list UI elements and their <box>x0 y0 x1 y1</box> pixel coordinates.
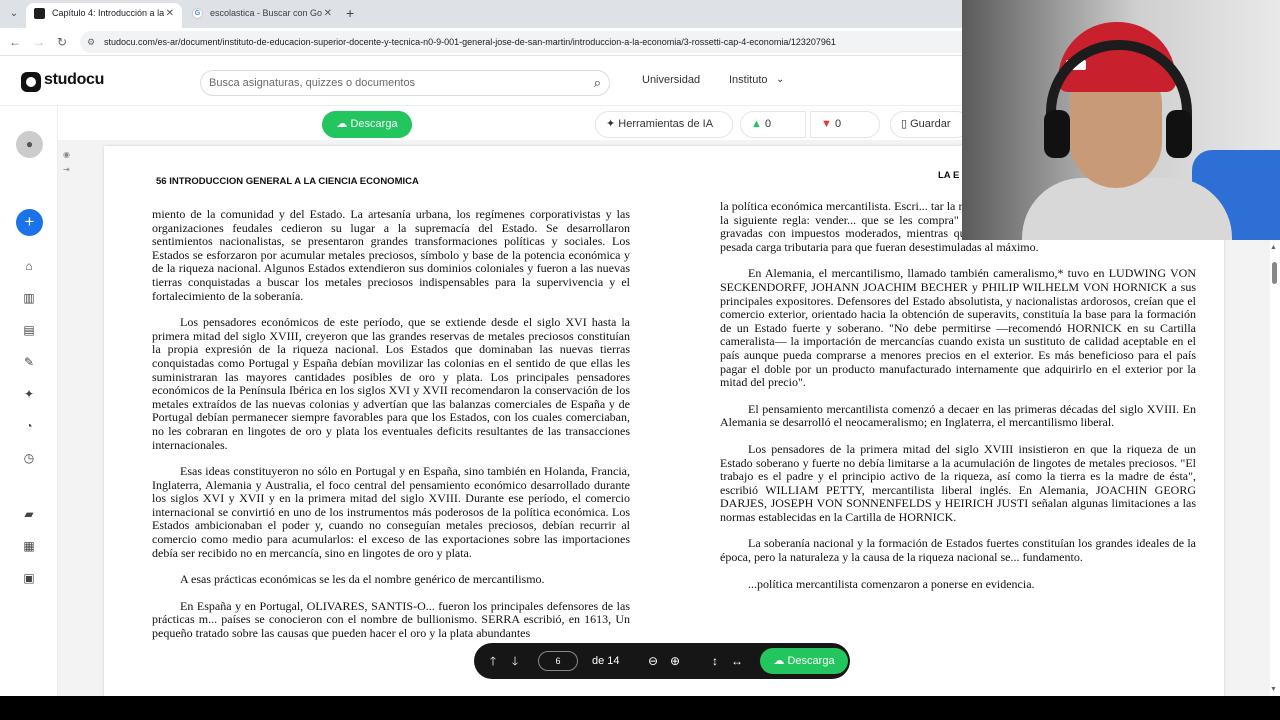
scrollbar-track[interactable] <box>1270 252 1276 692</box>
shared-folder-icon[interactable]: ▣ <box>21 570 37 586</box>
like-button[interactable]: ▲ 0 <box>740 111 806 138</box>
dislike-button[interactable]: ▼ 0 <box>810 111 880 138</box>
paragraph: A esas prácticas económicas se les da el… <box>180 572 545 587</box>
page-navigation-bar: 🡑 🡓 6 de 14 ⊖ ⊕ ↕ ↔ ☁ Descarga <box>474 643 850 679</box>
bookmark-icon: ▯ <box>901 118 908 130</box>
paragraph: miento de la comunidad y del Estado. La … <box>152 207 630 303</box>
new-tab-button[interactable]: + <box>346 5 354 21</box>
expand-icon[interactable]: ⇥ <box>63 165 77 174</box>
paragraph: ...política mercantilista comenzaron a p… <box>748 576 1035 591</box>
recent-clock-icon[interactable]: ◷ <box>21 450 37 466</box>
paragraph: El pensamiento mercantilista comenzó a d… <box>720 401 1196 430</box>
tab-studocu[interactable]: Capítulo 4: Introducción a la Ec ✕ <box>26 3 182 28</box>
search-icon[interactable]: ⌕ <box>594 76 601 90</box>
page-header-left: 56 INTRODUCCION GENERAL A LA CIENCIA ECO… <box>156 176 419 187</box>
pager-download-button[interactable]: ☁ Descarga <box>760 648 848 674</box>
headphone-ear-left <box>1044 110 1070 158</box>
reload-icon[interactable]: ↻ <box>54 34 70 50</box>
quiz-icon[interactable]: ✎ <box>21 354 37 370</box>
next-page-icon[interactable]: 🡓 <box>508 653 522 669</box>
google-favicon-icon: G <box>192 8 203 19</box>
close-tab-icon[interactable]: ✕ <box>324 3 332 24</box>
ai-tools-label: Herramientas de IA <box>618 118 714 130</box>
fit-height-icon[interactable]: ↕ <box>708 653 722 669</box>
fit-width-icon[interactable]: ↔ <box>730 653 744 669</box>
nav-link-universidad[interactable]: Universidad <box>642 74 700 86</box>
create-button[interactable]: + <box>16 209 43 236</box>
os-taskbar <box>0 696 1280 720</box>
outline-icon[interactable]: ◉ <box>63 150 77 159</box>
paragraph: Los pensadores económicos de este períod… <box>152 315 630 452</box>
home-icon[interactable]: ⌂ <box>21 258 37 274</box>
url-text: studocu.com/es-ar/document/instituto-de-… <box>104 37 836 47</box>
user-avatar-icon[interactable]: ● <box>16 131 43 158</box>
zoom-out-icon[interactable]: ⊖ <box>646 653 660 669</box>
download-button[interactable]: ☁ Descarga <box>322 111 412 138</box>
studocu-favicon-icon <box>34 8 45 19</box>
search-input[interactable]: Busca asignaturas, quizzes o documentos … <box>200 70 610 96</box>
ai-tools-button[interactable]: ✦ Herramientas de IA <box>595 111 733 138</box>
tab-list-icon[interactable]: ⌄ <box>6 6 22 22</box>
studocu-logo-icon[interactable] <box>21 72 41 92</box>
paragraph: En España y en Portugal, OLIVARES, SANTI… <box>152 598 630 641</box>
download-label: Descarga <box>350 118 398 130</box>
chat-icon[interactable]: ◔ <box>21 418 37 434</box>
page-header-right: LA E <box>938 170 960 181</box>
paragraph: Los pensadores de la primera mitad del s… <box>720 441 1196 524</box>
page-total: de 14 <box>592 655 620 667</box>
webcam-person-shirt <box>1022 178 1232 240</box>
forward-arrow-icon[interactable]: → <box>31 34 47 50</box>
studocu-logo-text[interactable]: studocu <box>44 71 104 89</box>
tab-google-search[interactable]: G escolastica - Buscar con Google ✕ <box>184 3 340 28</box>
document-icon[interactable]: ▤ <box>21 322 37 338</box>
ai-icon[interactable]: ✦ <box>21 386 37 402</box>
tab-title: Capítulo 4: Introducción a la Ec <box>52 8 164 18</box>
search-placeholder: Busca asignaturas, quizzes o documentos <box>209 77 416 89</box>
chevron-down-icon[interactable]: ⌄ <box>776 74 784 85</box>
scroll-up-icon[interactable]: ▲ <box>1270 244 1277 251</box>
nav-link-instituto[interactable]: Instituto <box>729 74 768 86</box>
close-tab-icon[interactable]: ✕ <box>166 3 174 24</box>
zoom-in-icon[interactable]: ⊕ <box>668 653 682 669</box>
folder-icon[interactable]: ▰ <box>21 506 37 522</box>
back-arrow-icon[interactable]: ← <box>7 34 23 50</box>
thumbs-up-icon: ▲ <box>751 118 762 130</box>
previous-page-icon[interactable]: 🡑 <box>486 653 500 669</box>
like-count: 0 <box>764 118 772 130</box>
right-column: la política económica mercantilista. Esc… <box>720 199 1196 604</box>
sidebar-toggle[interactable]: ◉ ⇥ <box>63 150 77 174</box>
save-button[interactable]: ▯ Guardar <box>890 111 970 138</box>
sparkle-icon: ✦ <box>606 118 616 130</box>
scrollbar-thumb[interactable] <box>1272 262 1277 284</box>
scroll-down-icon[interactable]: ▼ <box>1270 686 1277 693</box>
page-number-input[interactable]: 6 <box>538 651 578 671</box>
site-info-icon[interactable]: ⚙ <box>87 36 99 48</box>
paragraph: En Alemania, el mercantilismo, llamado t… <box>720 266 1196 390</box>
dislike-count: 0 <box>834 118 842 130</box>
tab-title: escolastica - Buscar con Google <box>210 8 322 18</box>
pager-download-label: Descarga <box>787 655 835 667</box>
book-icon[interactable]: ▦ <box>21 538 37 554</box>
library-icon[interactable]: ▥ <box>21 290 37 306</box>
paragraph: La soberanía nacional y la formación de … <box>720 536 1196 565</box>
left-column: miento de la comunidad y del Estado. La … <box>152 207 630 654</box>
save-label: Guardar <box>910 118 951 130</box>
webcam-overlay <box>962 0 1280 240</box>
headphone-ear-right <box>1166 110 1192 158</box>
thumbs-down-icon: ▼ <box>821 118 832 130</box>
paragraph: Esas ideas constituyeron no sólo en Port… <box>152 464 630 560</box>
left-sidebar: ● + ⌂ ▥ ▤ ✎ ✦ ◔ ◷ ▰ ▦ ▣ <box>0 106 58 696</box>
